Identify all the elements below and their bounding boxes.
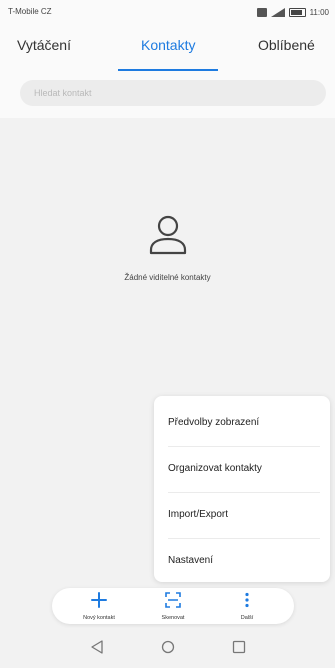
status-icons: 11:00 [256, 5, 329, 19]
menu-item-display-preferences[interactable]: Předvolby zobrazení [168, 400, 320, 447]
nfc-icon [256, 7, 267, 17]
menu-item-import-export[interactable]: Import/Export [168, 492, 320, 539]
status-bar: T-Mobile CZ 11:00 [0, 0, 335, 26]
scan-label: Skenovat [161, 615, 185, 621]
clock: 11:00 [309, 7, 329, 17]
tab-oblibene[interactable]: Oblíbené [258, 37, 315, 53]
tab-vytaceni[interactable]: Vytáčení [17, 37, 71, 53]
menu-item-organize-contacts[interactable]: Organizovat kontakty [168, 446, 320, 493]
tab-bar: Vytáčení Kontakty Oblíbené [0, 26, 335, 74]
active-tab-indicator [118, 69, 218, 71]
menu-item-settings[interactable]: Nastavení [168, 538, 320, 584]
battery-icon [288, 7, 306, 17]
scan-button[interactable]: Skenovat [148, 592, 198, 621]
search-input[interactable] [20, 80, 326, 106]
carrier-name: T-Mobile CZ [8, 7, 52, 16]
more-vertical-icon [245, 592, 249, 608]
scan-icon [165, 592, 181, 608]
back-icon[interactable] [90, 640, 104, 654]
home-icon[interactable] [161, 640, 175, 654]
more-button[interactable]: Další [222, 592, 272, 621]
plus-icon [91, 592, 107, 608]
new-contact-label: Nový kontakt [83, 615, 115, 621]
empty-state-text: Žádné viditelné kontakty [124, 273, 211, 282]
tab-kontakty[interactable]: Kontakty [141, 37, 195, 53]
overflow-menu: Předvolby zobrazení Organizovat kontakty… [154, 396, 330, 582]
recents-icon[interactable] [232, 640, 246, 654]
person-icon [149, 215, 187, 255]
system-nav-bar [0, 628, 335, 668]
search-bar [0, 74, 335, 118]
new-contact-button[interactable]: Nový kontakt [74, 592, 124, 621]
bottom-action-bar: Nový kontakt Skenovat Další [52, 588, 294, 624]
more-label: Další [240, 615, 254, 621]
signal-icon [270, 7, 285, 17]
